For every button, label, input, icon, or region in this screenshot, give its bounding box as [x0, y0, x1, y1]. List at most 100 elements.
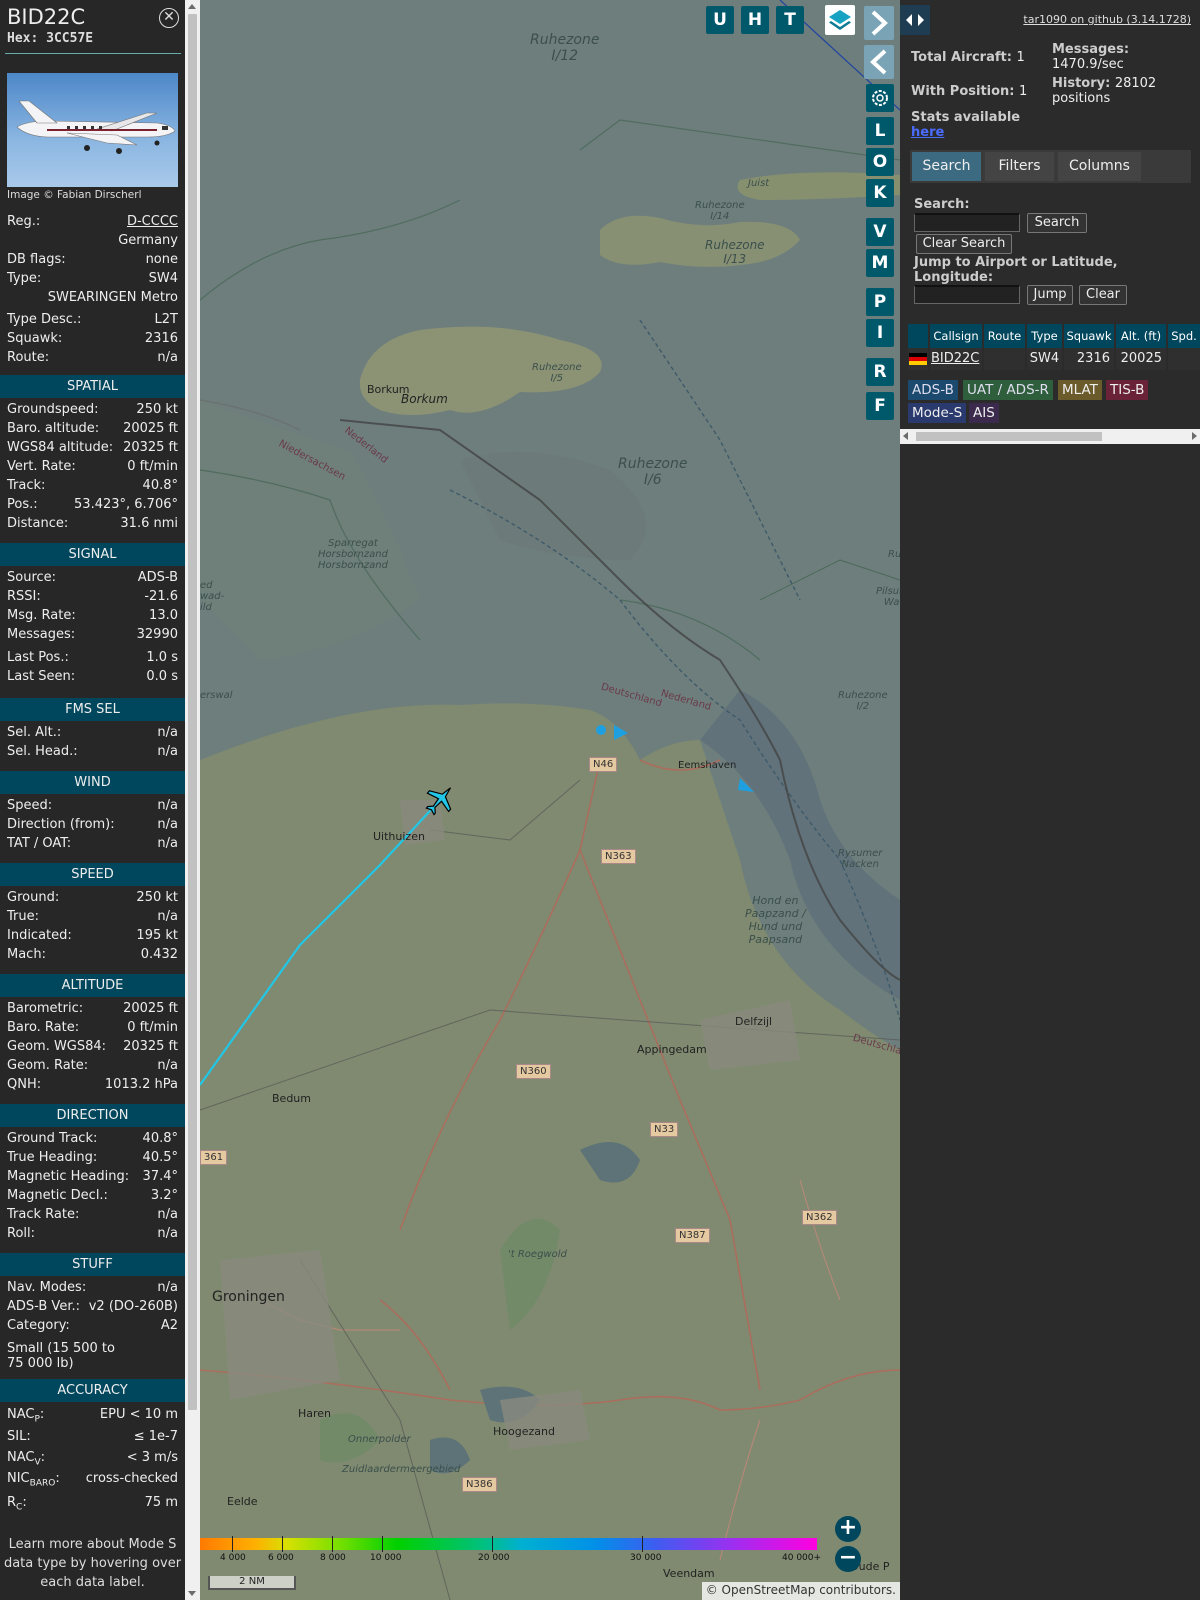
column-header[interactable]: Route — [984, 324, 1025, 348]
info-value: A2 — [160, 1318, 178, 1333]
info-value: 20025 ft — [123, 1001, 178, 1016]
layers-icon[interactable] — [825, 5, 855, 35]
info-row: DB flags: none — [7, 252, 178, 270]
flag-icon — [908, 348, 928, 370]
search-button[interactable]: Search — [1027, 213, 1087, 233]
toggle-i-button[interactable]: I — [866, 319, 894, 347]
info-value: 13.0 — [149, 608, 178, 623]
tab-bar: Search Filters Columns — [910, 150, 1191, 183]
toggle-p-button[interactable]: P — [866, 288, 894, 316]
toggle-r-button[interactable]: R — [866, 358, 894, 386]
altitude-tick-label: 40 000+ — [782, 1553, 822, 1563]
info-label: Baro. Rate: — [7, 1020, 80, 1035]
scroll-left-arrow-icon[interactable] — [903, 432, 908, 440]
source-legend-item[interactable]: Mode-S — [908, 403, 967, 423]
info-value: SWEARINGEN Metro — [47, 290, 178, 305]
road-badge: N33 — [650, 1122, 679, 1137]
table-row-callsign[interactable]: BID22C — [930, 348, 982, 370]
source-legend-item[interactable]: MLAT — [1058, 380, 1102, 400]
github-link[interactable]: tar1090 on github (3.14.1728) — [1023, 13, 1191, 26]
expand-sidebar-icon[interactable] — [900, 5, 930, 35]
scroll-up-arrow-icon[interactable] — [188, 4, 196, 9]
toggle-k-button[interactable]: K — [866, 179, 894, 207]
column-header[interactable]: Squawk — [1064, 324, 1114, 348]
aircraft-photo[interactable] — [7, 73, 178, 187]
toggle-m-button[interactable]: M — [866, 249, 894, 277]
info-row: Magnetic Heading: 37.4° — [7, 1169, 178, 1187]
info-row: Pos.: 53.423°, 6.706° — [7, 497, 178, 515]
zoom-in-button[interactable]: + — [835, 1516, 861, 1542]
toggle-v-button[interactable]: V — [866, 218, 894, 246]
column-header[interactable]: Callsign — [930, 324, 982, 348]
info-value: 2316 — [144, 331, 178, 346]
info-row: Direction (from): n/a — [7, 817, 178, 835]
info-label: Category: — [7, 1318, 70, 1333]
stats-link[interactable]: here — [911, 125, 944, 140]
table-hscrollbar[interactable] — [900, 429, 1200, 444]
zoom-out-button[interactable]: − — [835, 1546, 861, 1572]
map-attribution[interactable]: © OpenStreetMap contributors. — [701, 1582, 900, 1600]
info-value[interactable]: D-CCCC — [127, 214, 178, 229]
scale-bar: 2 NM — [208, 1576, 296, 1590]
road-badge: N46 — [589, 757, 618, 772]
road-badge: N387 — [675, 1228, 710, 1243]
search-input[interactable] — [914, 213, 1020, 232]
info-scrollbar[interactable] — [185, 0, 200, 1600]
info-row: Nav. Modes: n/a — [7, 1280, 178, 1298]
info-row: NACV: < 3 m/s — [7, 1450, 178, 1468]
gear-icon[interactable] — [866, 84, 894, 112]
scroll-thumb[interactable] — [188, 14, 197, 1410]
source-legend-item[interactable]: UAT / ADS-R — [963, 380, 1053, 400]
column-header[interactable]: Type — [1027, 324, 1062, 348]
map-label: Uithuizen — [373, 830, 425, 843]
map-label: Pilsume Watt — [876, 586, 900, 608]
clear-search-button[interactable]: Clear Search — [916, 234, 1012, 254]
column-header[interactable]: Spd. — [1168, 324, 1200, 348]
info-value: 250 kt — [136, 402, 178, 417]
jump-button[interactable]: Jump — [1027, 285, 1073, 305]
toggle-l-button[interactable]: L — [866, 117, 894, 145]
map-canvas[interactable]: Ruhezone I/12 Juist Ruhezone I/14 Ruhezo… — [200, 0, 900, 1600]
info-label: RC: — [7, 1495, 27, 1513]
toggle-o-button[interactable]: O — [866, 148, 894, 176]
info-row: Squawk: 2316 — [7, 331, 178, 349]
info-label: Type Desc.: — [7, 312, 82, 327]
info-row: Type Desc.: L2T — [7, 312, 178, 330]
tab-search[interactable]: Search — [912, 152, 981, 181]
tab-filters[interactable]: Filters — [985, 152, 1054, 181]
stats-available: Stats available here — [911, 110, 1021, 140]
column-header[interactable]: Alt. (ft) — [1116, 324, 1166, 348]
category-description: Small (15 500 to 75 000 lb) — [7, 1341, 115, 1371]
scroll-down-arrow-icon[interactable] — [188, 1591, 196, 1596]
toggle-f-button[interactable]: F — [866, 392, 894, 420]
info-label: Roll: — [7, 1226, 36, 1241]
road-badge: N386 — [462, 1477, 497, 1492]
sidebar: tar1090 on github (3.14.1728) Total Airc… — [900, 0, 1200, 1600]
source-legend-item[interactable]: TIS-B — [1106, 380, 1149, 400]
info-row: Barometric: 20025 ft — [7, 1001, 178, 1019]
source-legend-item[interactable]: ADS-B — [908, 380, 958, 400]
map-label: ed wad- ild — [200, 580, 225, 613]
table-row-route — [984, 348, 1025, 370]
toggle-u-button[interactable]: U — [706, 6, 734, 34]
aircraft-info-panel: BID22C Hex: 3CC57E ✕ Image © Fabian Dirs… — [0, 0, 185, 1600]
tab-columns[interactable]: Columns — [1058, 152, 1141, 181]
scroll-right-arrow-icon[interactable] — [1192, 432, 1197, 440]
scroll-thumb[interactable] — [916, 432, 1102, 441]
info-row: Track: 40.8° — [7, 478, 178, 496]
chevron-left-icon[interactable] — [864, 45, 894, 79]
altitude-color-bar — [200, 1538, 817, 1550]
toggle-h-button[interactable]: H — [741, 6, 769, 34]
info-label: Msg. Rate: — [7, 608, 76, 623]
source-legend-item[interactable]: AIS — [969, 403, 999, 423]
jump-input[interactable] — [914, 285, 1020, 304]
column-header[interactable] — [908, 324, 928, 348]
clear-button[interactable]: Clear — [1079, 285, 1127, 305]
info-value: EPU < 10 m — [99, 1407, 178, 1422]
close-icon[interactable]: ✕ — [159, 8, 179, 28]
map-label: Bedum — [272, 1092, 311, 1105]
toggle-t-button[interactable]: T — [776, 6, 804, 34]
section-header-direction: DIRECTION — [0, 1104, 185, 1127]
chevron-right-icon[interactable] — [864, 6, 894, 40]
info-label: Ground: — [7, 890, 60, 905]
